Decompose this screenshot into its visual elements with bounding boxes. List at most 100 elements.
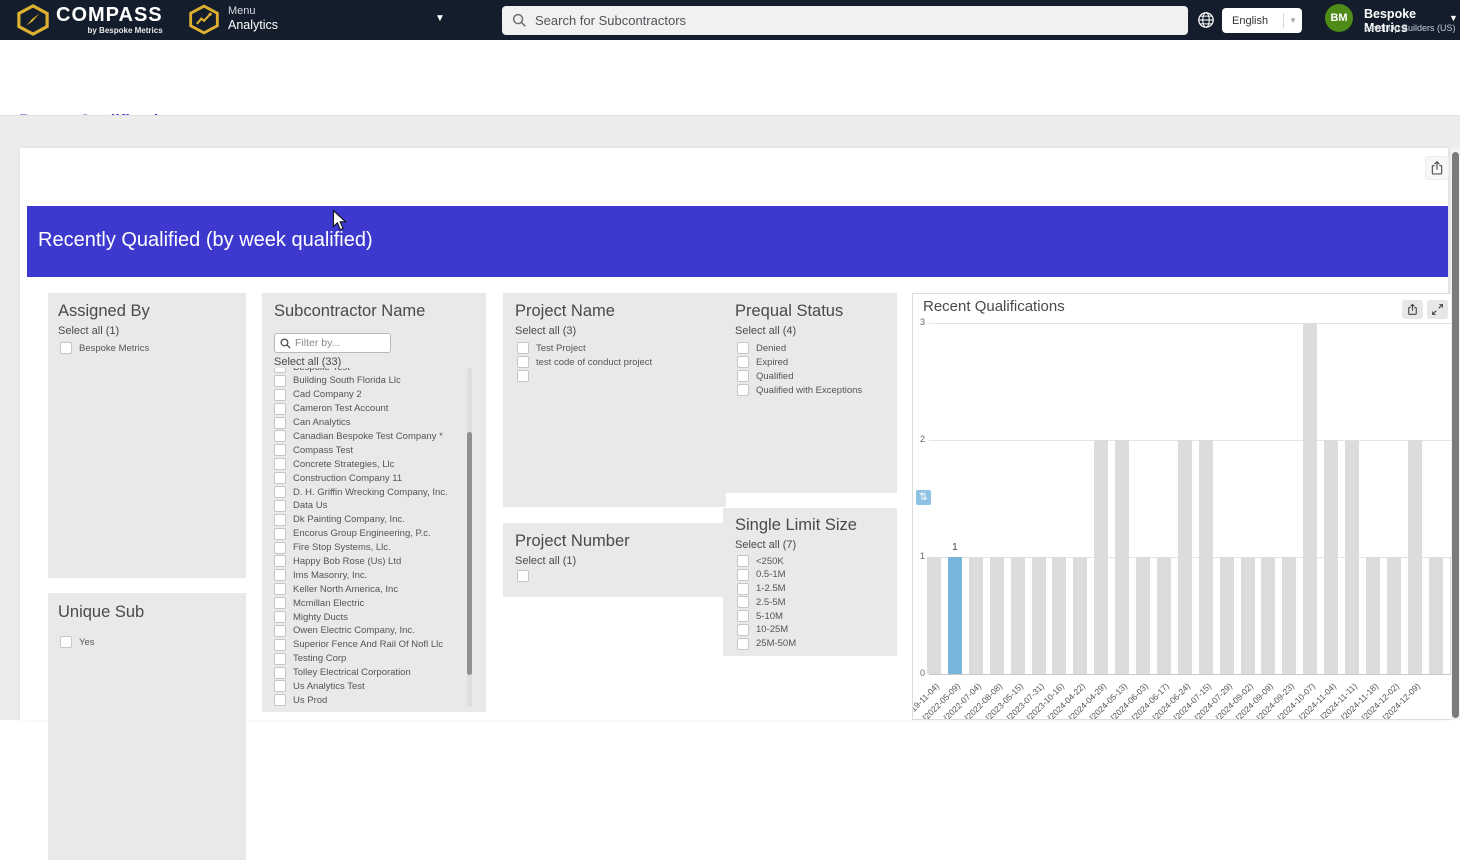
checkbox-option[interactable]: Dk Painting Company, Inc. bbox=[274, 513, 462, 526]
checkbox-option[interactable]: Superior Fence And Rail Of Nofl Llc bbox=[274, 638, 462, 651]
checkbox-option[interactable]: Happy Bob Rose (Us) Ltd bbox=[274, 555, 462, 568]
checkbox[interactable] bbox=[517, 370, 529, 382]
checkbox[interactable] bbox=[274, 513, 286, 526]
checkbox-option[interactable]: 10-25M bbox=[737, 623, 796, 636]
bar[interactable] bbox=[1136, 557, 1150, 674]
checkbox[interactable] bbox=[274, 444, 286, 457]
select-all-link[interactable]: Select all (3) bbox=[515, 325, 576, 337]
bar-highlighted[interactable] bbox=[947, 557, 962, 674]
checkbox-option[interactable]: D. H. Griffin Wrecking Company, Inc. bbox=[274, 486, 462, 499]
checkbox-option[interactable]: Cameron Test Account bbox=[274, 402, 462, 415]
checkbox[interactable] bbox=[737, 356, 749, 368]
bar[interactable] bbox=[1345, 440, 1359, 674]
checkbox-option[interactable]: test code of conduct project bbox=[517, 356, 652, 368]
avatar[interactable]: BM bbox=[1325, 4, 1353, 32]
window-scrollbar-thumb[interactable] bbox=[1452, 152, 1459, 718]
checkbox-option[interactable]: Building South Florida Llc bbox=[274, 374, 462, 387]
checkbox-option[interactable]: Compass Test bbox=[274, 444, 462, 457]
checkbox-option[interactable]: Data Us bbox=[274, 499, 462, 512]
bar[interactable] bbox=[1407, 440, 1422, 674]
checkbox[interactable] bbox=[274, 402, 286, 415]
bar[interactable] bbox=[1177, 440, 1192, 674]
checkbox[interactable] bbox=[737, 370, 749, 382]
bar[interactable] bbox=[1365, 557, 1380, 674]
checkbox[interactable] bbox=[274, 555, 286, 568]
checkbox-option[interactable]: 5-10M bbox=[737, 610, 796, 623]
subcontractor-filter-field[interactable] bbox=[274, 333, 391, 353]
checkbox[interactable] bbox=[274, 472, 286, 485]
compass-logo[interactable]: COMPASS by Bespoke Metrics bbox=[16, 4, 163, 36]
bar[interactable] bbox=[1428, 557, 1443, 674]
bar[interactable] bbox=[1261, 557, 1276, 674]
report-banner[interactable]: Recently Qualified (by week qualified) bbox=[27, 206, 1448, 277]
filter-by-input[interactable] bbox=[295, 337, 380, 349]
checkbox-option[interactable]: Us Analytics Test bbox=[274, 680, 462, 693]
checkbox[interactable] bbox=[517, 356, 529, 368]
checkbox-option[interactable] bbox=[517, 370, 652, 382]
checkbox-option[interactable] bbox=[517, 570, 536, 582]
checkbox[interactable] bbox=[274, 499, 286, 512]
checkbox[interactable] bbox=[737, 342, 749, 354]
bar[interactable] bbox=[1240, 557, 1255, 674]
checkbox[interactable] bbox=[737, 610, 749, 623]
checkbox[interactable] bbox=[274, 638, 286, 651]
checkbox[interactable] bbox=[274, 597, 286, 610]
bar[interactable] bbox=[1386, 557, 1401, 674]
checkbox[interactable] bbox=[737, 384, 749, 396]
checkbox-option[interactable]: Qualified with Exceptions bbox=[737, 384, 862, 396]
checkbox-option[interactable]: Construction Company 11 bbox=[274, 472, 462, 485]
checkbox[interactable] bbox=[737, 582, 749, 595]
checkbox[interactable] bbox=[60, 636, 72, 648]
checkbox[interactable] bbox=[737, 623, 749, 636]
bar[interactable] bbox=[1324, 440, 1339, 674]
checkbox[interactable] bbox=[737, 555, 749, 567]
checkbox[interactable] bbox=[274, 368, 286, 373]
checkbox[interactable] bbox=[274, 694, 286, 707]
checkbox-option[interactable]: Cad Company 2 bbox=[274, 388, 462, 401]
checkbox[interactable] bbox=[274, 569, 286, 582]
checkbox-option[interactable]: Yes bbox=[60, 636, 95, 648]
checkbox-option[interactable]: Qualified bbox=[737, 370, 862, 382]
search-input[interactable] bbox=[535, 13, 1178, 28]
checkbox[interactable] bbox=[274, 374, 286, 387]
menu-analytics[interactable]: Menu Analytics bbox=[188, 4, 278, 35]
checkbox-option[interactable]: Mcmillan Electric bbox=[274, 597, 462, 610]
bar[interactable] bbox=[1115, 440, 1130, 674]
bar[interactable] bbox=[1156, 557, 1171, 674]
user-menu-caret-icon[interactable]: ▼ bbox=[1449, 13, 1458, 23]
bar[interactable] bbox=[1073, 557, 1088, 674]
checkbox-option[interactable]: Ims Masonry, Inc. bbox=[274, 569, 462, 582]
language-select[interactable]: English ▾ bbox=[1222, 8, 1302, 33]
checkbox[interactable] bbox=[274, 388, 286, 401]
checkbox-option[interactable]: 25M-50M bbox=[737, 637, 796, 650]
bar[interactable] bbox=[1031, 557, 1046, 674]
checkbox[interactable] bbox=[60, 342, 72, 354]
select-all-link[interactable]: Select all (1) bbox=[58, 325, 119, 337]
bar[interactable] bbox=[1303, 323, 1318, 674]
swap-axes-icon[interactable]: ⇅ bbox=[916, 490, 931, 505]
select-all-link[interactable]: Select all (33) bbox=[274, 356, 341, 368]
checkbox-option[interactable]: Can Analytics bbox=[274, 416, 462, 429]
checkbox-option[interactable]: Denied bbox=[737, 342, 862, 354]
checkbox[interactable] bbox=[274, 458, 286, 471]
checkbox-option[interactable]: Bespoke Metrics bbox=[60, 342, 149, 354]
bar[interactable] bbox=[1449, 557, 1451, 674]
checkbox[interactable] bbox=[274, 583, 286, 596]
checkbox-option[interactable]: Us Prod bbox=[274, 694, 462, 707]
select-all-link[interactable]: Select all (7) bbox=[735, 539, 796, 551]
checkbox-option[interactable]: Bespoke Test bbox=[274, 368, 462, 373]
share-button[interactable] bbox=[1425, 156, 1449, 180]
checkbox[interactable] bbox=[274, 624, 286, 637]
bar[interactable] bbox=[1282, 557, 1297, 674]
checkbox[interactable] bbox=[517, 570, 529, 582]
checkbox-option[interactable]: Concrete Strategies, Llc bbox=[274, 458, 462, 471]
checkbox-option[interactable]: Test Project bbox=[517, 342, 652, 354]
checkbox[interactable] bbox=[274, 652, 286, 665]
checkbox-option[interactable]: <250K bbox=[737, 555, 796, 567]
checkbox[interactable] bbox=[737, 596, 749, 609]
checkbox-option[interactable]: 1-2.5M bbox=[737, 582, 796, 595]
checkbox-option[interactable]: Testing Corp bbox=[274, 652, 462, 665]
checkbox-option[interactable]: Expired bbox=[737, 356, 862, 368]
checkbox[interactable] bbox=[274, 486, 286, 499]
bar[interactable] bbox=[927, 557, 941, 674]
